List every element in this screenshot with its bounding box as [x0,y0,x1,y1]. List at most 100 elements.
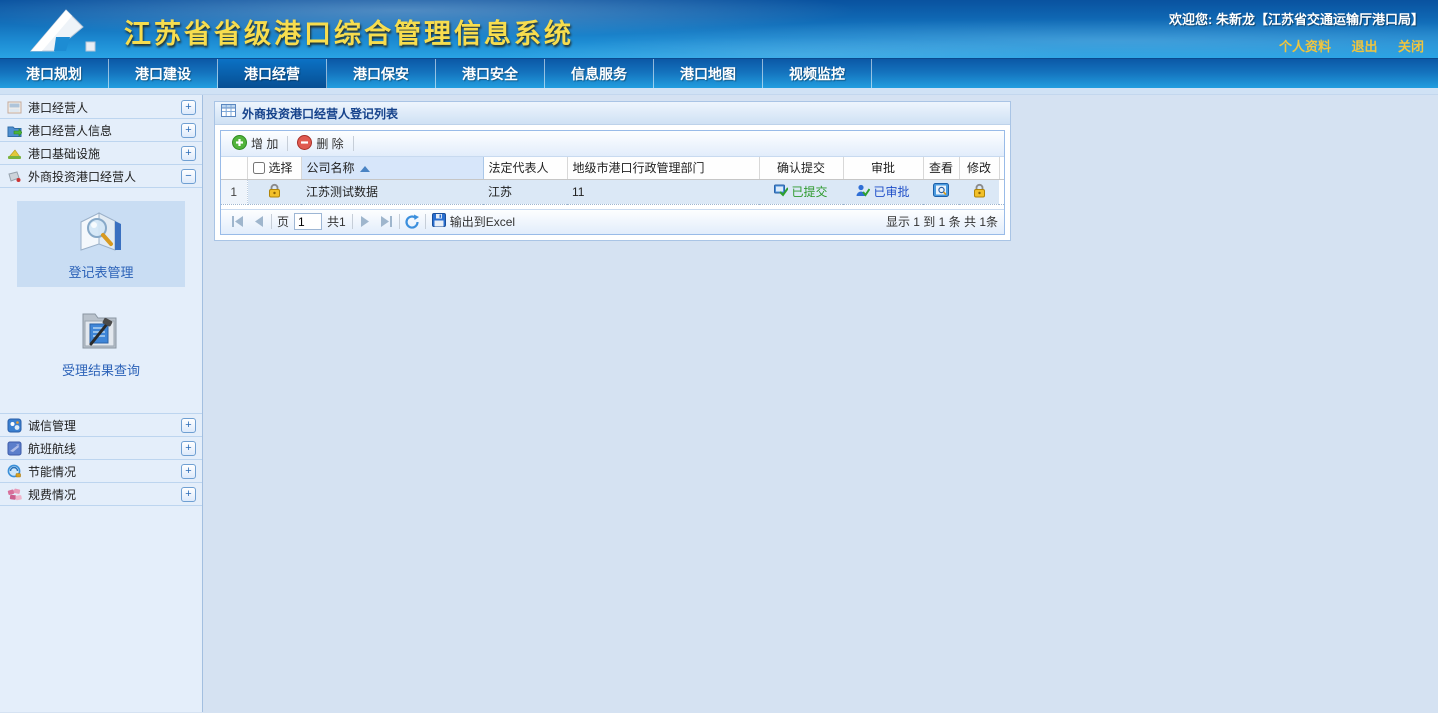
pagination-summary: 显示 1 到 1 条 共 1条 [886,213,998,230]
pagination-separator [352,214,353,229]
panel-body: 增 加 删 除 [215,125,1010,240]
expand-toggle-icon[interactable]: + [181,146,196,161]
sidebar-item-label: 诚信管理 [28,417,181,434]
app-logo-icon [26,7,118,58]
export-excel-button[interactable]: 输出到Excel [432,213,515,230]
page-number-input[interactable] [294,213,322,230]
sidebar-subitem-result-query[interactable]: 受理结果查询 [17,299,185,385]
next-page-icon[interactable] [357,213,374,230]
total-pages-label: 共1 [327,213,346,230]
approve-status-cell: 已审批 [843,179,923,204]
first-page-icon[interactable] [229,213,246,230]
sidebar-expanded-group: 登记表管理 受理结果查询 [0,188,202,414]
tab-port-construction[interactable]: 港口建设 [109,59,218,88]
nav-substrip [0,88,1438,95]
save-disk-icon [432,213,446,230]
approved-status-link[interactable]: 已审批 [856,183,909,200]
sidebar-subitem-registration-form[interactable]: 登记表管理 [17,201,185,287]
main-nav: 港口规划 港口建设 港口经营 港口保安 港口安全 信息服务 港口地图 视频监控 [0,58,1438,88]
tab-port-safety[interactable]: 港口安全 [436,59,545,88]
last-page-icon[interactable] [378,213,395,230]
edit-column-header[interactable]: 修改 [959,157,999,179]
collapse-toggle-icon[interactable]: − [181,169,196,184]
expand-toggle-icon[interactable]: + [181,487,196,502]
submitted-status-link[interactable]: 已提交 [774,183,827,200]
toolbar-separator [353,136,354,151]
approved-person-icon [856,184,870,200]
folder-share-icon [7,123,22,138]
refresh-icon[interactable] [404,213,421,230]
submitted-check-icon [774,184,788,200]
foreign-investor-icon [7,169,22,184]
legal-rep-cell: 江苏 [483,179,567,204]
legal-rep-column-header[interactable]: 法定代表人 [483,157,567,179]
fees-icon [7,487,22,502]
expand-toggle-icon[interactable]: + [181,418,196,433]
sidebar-item-label: 规费情况 [28,486,181,503]
welcome-text: 欢迎您: 朱新龙【江苏省交通运输厅港口局】 [1169,9,1424,28]
select-all-checkbox[interactable] [253,162,265,174]
view-icon[interactable] [933,186,949,200]
tab-video-monitor[interactable]: 视频监控 [763,59,872,88]
view-column-header[interactable]: 查看 [923,157,959,179]
approved-status-label: 已审批 [873,183,909,200]
top-banner: 江苏省省级港口综合管理信息系统 欢迎您: 朱新龙【江苏省交通运输厅港口局】 个人… [0,0,1438,58]
tab-port-map[interactable]: 港口地图 [654,59,763,88]
sidebar-item-energy-saving[interactable]: 节能情况 + [0,460,202,483]
prev-page-icon[interactable] [250,213,267,230]
user-area: 欢迎您: 朱新龙【江苏省交通运输厅港口局】 个人资料 退出 关闭 [1169,9,1424,56]
sidebar-item-port-operators[interactable]: 港口经营人 + [0,96,202,119]
sidebar-item-operator-info[interactable]: 港口经营人信息 + [0,119,202,142]
registration-table: 选择 公司名称 法定代表人 地级市港口行政管理部门 确认提交 审批 查看 [221,157,1004,205]
expand-toggle-icon[interactable]: + [181,123,196,138]
add-button-label: 增 加 [251,135,278,152]
tab-info-service[interactable]: 信息服务 [545,59,654,88]
company-name-column-header[interactable]: 公司名称 [301,157,483,179]
result-query-folder-icon [73,339,129,356]
city-dept-column-header[interactable]: 地级市港口行政管理部门 [567,157,759,179]
expand-toggle-icon[interactable]: + [181,441,196,456]
sidebar-item-foreign-investors[interactable]: 外商投资港口经营人 − [0,165,202,188]
delete-button[interactable]: 删 除 [290,135,350,153]
add-icon [232,135,247,153]
sidebar-item-flights-routes[interactable]: 航班航线 + [0,437,202,460]
pagination-bar: 页 共1 [221,209,1004,234]
sidebar-item-integrity-management[interactable]: 诚信管理 + [0,414,202,437]
approve-column-header[interactable]: 审批 [843,157,923,179]
row-number-cell: 1 [221,179,247,204]
close-link[interactable]: 关闭 [1398,39,1424,54]
logout-link[interactable]: 退出 [1352,39,1378,54]
tab-port-security[interactable]: 港口保安 [327,59,436,88]
add-button[interactable]: 增 加 [225,135,285,153]
select-column-header[interactable]: 选择 [247,157,301,179]
energy-icon [7,464,22,479]
sidebar-item-fees[interactable]: 规费情况 + [0,483,202,506]
submit-column-header[interactable]: 确认提交 [759,157,843,179]
sidebar-item-infrastructure[interactable]: 港口基础设施 + [0,142,202,165]
pagination-separator [399,214,400,229]
export-excel-label: 输出到Excel [450,213,515,230]
flights-icon [7,441,22,456]
registration-list-panel: 外商投资港口经营人登记列表 增 加 [214,101,1011,241]
table-header-row: 选择 公司名称 法定代表人 地级市港口行政管理部门 确认提交 审批 查看 [221,157,1004,179]
edit-lock-icon[interactable] [973,187,986,201]
column-label: 查看 [929,161,953,175]
sidebar-subitem-label: 登记表管理 [17,262,185,281]
city-dept-cell: 11 [567,179,759,204]
table-row[interactable]: 1 江苏测试数据 江苏 11 [221,179,1004,204]
page-label: 页 [277,213,289,230]
sidebar-item-label: 航班航线 [28,440,181,457]
expand-toggle-icon[interactable]: + [181,464,196,479]
panel-title: 外商投资港口经营人登记列表 [242,105,398,122]
filler-cell [999,179,1004,204]
submit-status-cell: 已提交 [759,179,843,204]
panel-title-bar: 外商投资港口经营人登记列表 [215,102,1010,125]
submitted-status-label: 已提交 [791,183,827,200]
tab-port-operation[interactable]: 港口经营 [218,59,327,88]
tab-port-planning[interactable]: 港口规划 [0,59,109,88]
row-lock-cell [247,179,301,204]
expand-toggle-icon[interactable]: + [181,100,196,115]
profile-link[interactable]: 个人资料 [1279,39,1331,54]
sidebar-item-label: 港口经营人 [28,99,181,116]
grid-toolbar: 增 加 删 除 [221,131,1004,157]
